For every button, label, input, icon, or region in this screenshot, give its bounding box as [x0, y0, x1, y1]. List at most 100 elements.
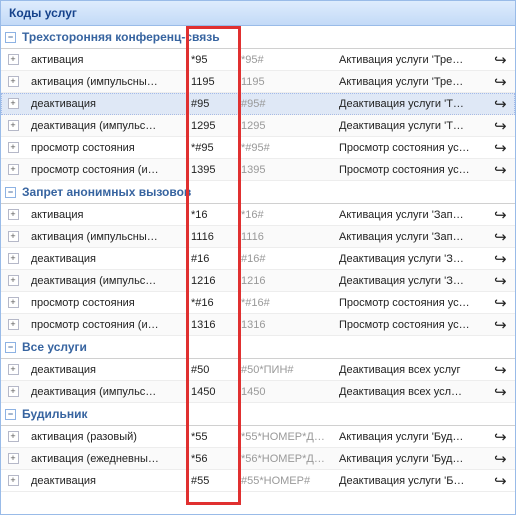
row-action[interactable]: ↩ [485, 117, 515, 135]
cell-code: #55 [185, 475, 235, 487]
row-action[interactable]: ↩ [485, 383, 515, 401]
reply-icon[interactable]: ↩ [494, 206, 507, 224]
cell-name: активация (импульсны… [25, 231, 185, 243]
row-expand[interactable]: + [1, 475, 25, 486]
collapse-icon[interactable]: − [5, 342, 16, 353]
reply-icon[interactable]: ↩ [494, 450, 507, 468]
table-row[interactable]: +деактивация (импульс…14501450Деактиваци… [1, 381, 515, 403]
table-row[interactable]: +просмотр состояния*#16*#16#Просмотр сос… [1, 292, 515, 314]
row-expand[interactable]: + [1, 209, 25, 220]
reply-icon[interactable]: ↩ [494, 428, 507, 446]
plus-icon[interactable]: + [8, 453, 19, 464]
table-row[interactable]: +активация*95*95#Активация услуги 'Тре…↩ [1, 49, 515, 71]
reply-icon[interactable]: ↩ [494, 294, 507, 312]
grid-scroll[interactable]: −Трехсторонняя конференц-связь+активация… [1, 26, 515, 513]
table-row[interactable]: +просмотр состояния (и…13161316Просмотр … [1, 314, 515, 336]
plus-icon[interactable]: + [8, 231, 19, 242]
reply-icon[interactable]: ↩ [494, 383, 507, 401]
row-expand[interactable]: + [1, 76, 25, 87]
row-expand[interactable]: + [1, 319, 25, 330]
row-expand[interactable]: + [1, 297, 25, 308]
plus-icon[interactable]: + [8, 164, 19, 175]
row-action[interactable]: ↩ [485, 294, 515, 312]
row-action[interactable]: ↩ [485, 316, 515, 334]
cell-code-full: *55*НОМЕР*Д… [235, 431, 333, 443]
row-action[interactable]: ↩ [485, 361, 515, 379]
table-row[interactable]: +деактивация#50#50*ПИН#Деактивация всех … [1, 359, 515, 381]
table-row[interactable]: +активация (ежедневны…*56*56*НОМЕР*Д…Акт… [1, 448, 515, 470]
group-header[interactable]: −Трехсторонняя конференц-связь [1, 26, 515, 49]
group-header[interactable]: −Запрет анонимных вызовов [1, 181, 515, 204]
table-row[interactable]: +деактивация#55#55*НОМЕР#Деактивация усл… [1, 470, 515, 492]
row-action[interactable]: ↩ [485, 206, 515, 224]
reply-icon[interactable]: ↩ [494, 361, 507, 379]
reply-icon[interactable]: ↩ [494, 73, 507, 91]
plus-icon[interactable]: + [8, 431, 19, 442]
plus-icon[interactable]: + [8, 76, 19, 87]
reply-icon[interactable]: ↩ [494, 117, 507, 135]
row-action[interactable]: ↩ [485, 73, 515, 91]
plus-icon[interactable]: + [8, 475, 19, 486]
group-header[interactable]: −Будильник [1, 403, 515, 426]
row-action[interactable]: ↩ [485, 428, 515, 446]
row-expand[interactable]: + [1, 54, 25, 65]
row-expand[interactable]: + [1, 364, 25, 375]
plus-icon[interactable]: + [8, 98, 19, 109]
cell-description: Просмотр состояния ус… [333, 297, 485, 309]
row-action[interactable]: ↩ [485, 228, 515, 246]
plus-icon[interactable]: + [8, 120, 19, 131]
row-expand[interactable]: + [1, 98, 25, 109]
table-row[interactable]: +деактивация#95#95#Деактивация услуги 'Т… [1, 93, 515, 115]
table-row[interactable]: +деактивация (импульс…12161216Деактиваци… [1, 270, 515, 292]
reply-icon[interactable]: ↩ [494, 228, 507, 246]
collapse-icon[interactable]: − [5, 409, 16, 420]
plus-icon[interactable]: + [8, 209, 19, 220]
row-action[interactable]: ↩ [485, 450, 515, 468]
table-row[interactable]: +активация (импульсны…11951195Активация … [1, 71, 515, 93]
row-expand[interactable]: + [1, 142, 25, 153]
row-expand[interactable]: + [1, 275, 25, 286]
plus-icon[interactable]: + [8, 142, 19, 153]
collapse-icon[interactable]: − [5, 187, 16, 198]
plus-icon[interactable]: + [8, 364, 19, 375]
row-action[interactable]: ↩ [485, 139, 515, 157]
cell-name: деактивация (импульс… [25, 386, 185, 398]
row-action[interactable]: ↩ [485, 272, 515, 290]
table-row[interactable]: +просмотр состояния*#95*#95#Просмотр сос… [1, 137, 515, 159]
table-row[interactable]: +деактивация (импульс…12951295Деактиваци… [1, 115, 515, 137]
collapse-icon[interactable]: − [5, 32, 16, 43]
row-action[interactable]: ↩ [485, 95, 515, 113]
plus-icon[interactable]: + [8, 54, 19, 65]
reply-icon[interactable]: ↩ [494, 472, 507, 490]
row-action[interactable]: ↩ [485, 51, 515, 69]
row-expand[interactable]: + [1, 431, 25, 442]
row-action[interactable]: ↩ [485, 250, 515, 268]
plus-icon[interactable]: + [8, 319, 19, 330]
reply-icon[interactable]: ↩ [494, 51, 507, 69]
row-expand[interactable]: + [1, 253, 25, 264]
reply-icon[interactable]: ↩ [494, 139, 507, 157]
cell-description: Деактивация услуги 'Т… [333, 120, 485, 132]
reply-icon[interactable]: ↩ [494, 161, 507, 179]
plus-icon[interactable]: + [8, 275, 19, 286]
reply-icon[interactable]: ↩ [494, 250, 507, 268]
group-header[interactable]: −Все услуги [1, 336, 515, 359]
reply-icon[interactable]: ↩ [494, 95, 507, 113]
plus-icon[interactable]: + [8, 386, 19, 397]
table-row[interactable]: +активация*16*16#Активация услуги 'Зап…↩ [1, 204, 515, 226]
row-expand[interactable]: + [1, 453, 25, 464]
table-row[interactable]: +активация (разовый)*55*55*НОМЕР*Д…Актив… [1, 426, 515, 448]
row-action[interactable]: ↩ [485, 472, 515, 490]
row-expand[interactable]: + [1, 386, 25, 397]
reply-icon[interactable]: ↩ [494, 316, 507, 334]
row-expand[interactable]: + [1, 164, 25, 175]
table-row[interactable]: +активация (импульсны…11161116Активация … [1, 226, 515, 248]
plus-icon[interactable]: + [8, 253, 19, 264]
table-row[interactable]: +деактивация#16#16#Деактивация услуги 'З… [1, 248, 515, 270]
plus-icon[interactable]: + [8, 297, 19, 308]
row-expand[interactable]: + [1, 231, 25, 242]
row-expand[interactable]: + [1, 120, 25, 131]
table-row[interactable]: +просмотр состояния (и…13951395Просмотр … [1, 159, 515, 181]
reply-icon[interactable]: ↩ [494, 272, 507, 290]
row-action[interactable]: ↩ [485, 161, 515, 179]
